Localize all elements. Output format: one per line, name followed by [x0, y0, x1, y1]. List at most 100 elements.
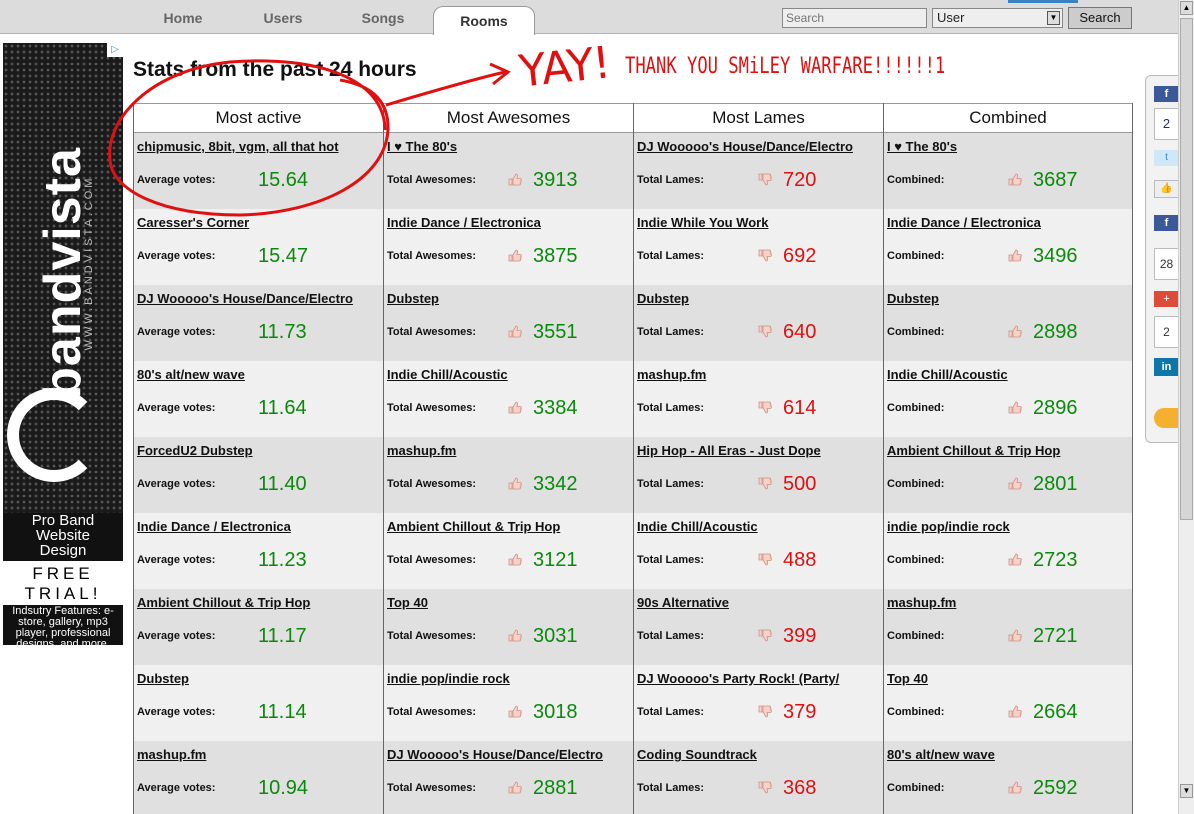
- scroll-up-icon[interactable]: ▲: [1180, 1, 1193, 15]
- stat-value: 692: [783, 245, 817, 267]
- stat-label: Total Awesomes:: [387, 402, 477, 414]
- linkedin-icon[interactable]: in: [1154, 358, 1179, 376]
- stat-cell: Indie Chill/Acoustic Combined: 2896: [884, 361, 1132, 437]
- ad-choices-icon[interactable]: ▷: [107, 43, 123, 57]
- room-link[interactable]: mashup.fm: [887, 595, 1128, 611]
- room-link[interactable]: Top 40: [387, 595, 629, 611]
- stat-row: Total Awesomes: 3551: [387, 313, 629, 353]
- room-link[interactable]: Dubstep: [637, 291, 879, 307]
- room-link[interactable]: mashup.fm: [137, 747, 379, 763]
- stat-row: Average votes: 11.40: [137, 465, 379, 505]
- stat-cell: Top 40 Total Awesomes: 3031: [384, 589, 633, 665]
- twitter-icon[interactable]: t: [1154, 150, 1179, 166]
- room-link[interactable]: chipmusic, 8bit, vgm, all that hot: [137, 139, 379, 155]
- stat-cell: Coding Soundtrack Total Lames: 368: [634, 741, 883, 814]
- google-plus-icon[interactable]: +: [1154, 291, 1179, 307]
- room-link[interactable]: Ambient Chillout & Trip Hop: [137, 595, 379, 611]
- room-link[interactable]: Dubstep: [387, 291, 629, 307]
- tab-songs[interactable]: Songs: [340, 6, 426, 34]
- room-link[interactable]: DJ Wooooo's House/Dance/Electro: [137, 291, 379, 307]
- room-link[interactable]: Indie Dance / Electronica: [387, 215, 629, 231]
- like-icon[interactable]: 👍: [1154, 180, 1179, 198]
- room-link[interactable]: Dubstep: [887, 291, 1128, 307]
- room-link[interactable]: Indie Chill/Acoustic: [887, 367, 1128, 383]
- stat-label: Total Awesomes:: [387, 554, 477, 566]
- bandvista-advertisement[interactable]: ▷ bandvista WWW.BANDVISTA.COM Pro Band W…: [3, 43, 123, 645]
- search-type-select[interactable]: User ▼: [932, 8, 1063, 28]
- stat-cell: Ambient Chillout & Trip Hop Average votes…: [134, 589, 383, 665]
- room-link[interactable]: Hip Hop - All Eras - Just Dope: [637, 443, 879, 459]
- room-link[interactable]: ForcedU2 Dubstep: [137, 443, 379, 459]
- thumbs-up-icon: [508, 249, 522, 262]
- thumbs-up-icon: [508, 325, 522, 338]
- room-link[interactable]: mashup.fm: [387, 443, 629, 459]
- scroll-down-icon[interactable]: ▼: [1180, 784, 1193, 798]
- chevron-down-icon[interactable]: ▼: [1047, 11, 1060, 25]
- room-link[interactable]: Dubstep: [137, 671, 379, 687]
- room-link[interactable]: Indie Dance / Electronica: [137, 519, 379, 535]
- stat-label: Total Awesomes:: [387, 174, 477, 186]
- stat-row: Average votes: 10.94: [137, 769, 379, 809]
- room-link[interactable]: 90s Alternative: [637, 595, 879, 611]
- ad-free-trial[interactable]: FREE TRIAL!: [3, 561, 123, 605]
- room-link[interactable]: DJ Wooooo's House/Dance/Electro: [387, 747, 629, 763]
- tab-users[interactable]: Users: [240, 6, 326, 34]
- room-link[interactable]: I ♥ The 80's: [387, 139, 629, 155]
- stat-cell: Dubstep Total Lames: 640: [634, 285, 883, 361]
- stat-value: 614: [783, 397, 817, 419]
- stat-row: Average votes: 11.64: [137, 389, 379, 429]
- scrollbar-thumb[interactable]: [1180, 18, 1193, 520]
- room-link[interactable]: Caresser's Corner: [137, 215, 379, 231]
- room-link[interactable]: 80's alt/new wave: [887, 747, 1128, 763]
- room-link[interactable]: indie pop/indie rock: [887, 519, 1128, 535]
- share-sidebar: f 2 t 👍 f 28 + 2 in: [1145, 75, 1179, 443]
- stat-value: 2721: [1033, 625, 1078, 647]
- search-button[interactable]: Search: [1068, 7, 1132, 29]
- share-count-2: 28: [1154, 248, 1179, 280]
- stat-label: Total Lames:: [637, 402, 705, 414]
- facebook-share-icon[interactable]: f: [1154, 215, 1179, 231]
- stat-cell: Top 40 Combined: 2664: [884, 665, 1132, 741]
- room-link[interactable]: Indie Chill/Acoustic: [637, 519, 879, 535]
- thumbs-up-icon: [1008, 325, 1022, 338]
- share-count-3: 2: [1154, 316, 1179, 348]
- thumbs-up-icon: [508, 553, 522, 566]
- stat-row: Combined: 2592: [887, 769, 1128, 809]
- stat-cell: I ♥ The 80's Total Awesomes: 3913: [384, 133, 633, 209]
- stat-cell: DJ Wooooo's House/Dance/Electro Average v…: [134, 285, 383, 361]
- room-link[interactable]: mashup.fm: [637, 367, 879, 383]
- room-link[interactable]: 80's alt/new wave: [137, 367, 379, 383]
- thumbs-up-icon: [1008, 401, 1022, 414]
- search-input[interactable]: [782, 8, 927, 28]
- column-header: Most active: [134, 103, 383, 133]
- room-link[interactable]: Indie Chill/Acoustic: [387, 367, 629, 383]
- stat-value: 15.47: [258, 245, 309, 267]
- stat-cell: Caresser's Corner Average votes: 15.47: [134, 209, 383, 285]
- stat-cell: Indie While You Work Total Lames: 692: [634, 209, 883, 285]
- stat-row: Total Awesomes: 3342: [387, 465, 629, 505]
- tab-home[interactable]: Home: [140, 6, 226, 34]
- room-link[interactable]: I ♥ The 80's: [887, 139, 1128, 155]
- tab-rooms[interactable]: Rooms: [433, 6, 535, 35]
- room-link[interactable]: Indie Dance / Electronica: [887, 215, 1128, 231]
- thumbs-up-icon: [1008, 781, 1022, 794]
- room-link[interactable]: indie pop/indie rock: [387, 671, 629, 687]
- stat-value: 3384: [533, 397, 578, 419]
- room-link[interactable]: Coding Soundtrack: [637, 747, 879, 763]
- room-link[interactable]: Ambient Chillout & Trip Hop: [887, 443, 1128, 459]
- room-link[interactable]: Top 40: [887, 671, 1128, 687]
- paypal-donate-icon[interactable]: [1154, 408, 1179, 428]
- vertical-scrollbar[interactable]: ▲ ▼: [1178, 0, 1194, 814]
- room-link[interactable]: Ambient Chillout & Trip Hop: [387, 519, 629, 535]
- room-link[interactable]: DJ Wooooo's House/Dance/Electro: [637, 139, 879, 155]
- stat-label: Total Lames:: [637, 554, 705, 566]
- stat-value: 11.23: [258, 549, 307, 571]
- room-link[interactable]: Indie While You Work: [637, 215, 879, 231]
- stat-value: 10.94: [258, 777, 309, 799]
- thumbs-up-icon: [508, 401, 522, 414]
- facebook-icon[interactable]: f: [1154, 86, 1179, 102]
- thumbs-up-icon: [1008, 553, 1022, 566]
- room-link[interactable]: DJ Wooooo's Party Rock! (Party/: [637, 671, 879, 687]
- stat-row: Average votes: 11.23: [137, 541, 379, 581]
- column-combined: Combined I ♥ The 80's Combined: 3687 Indie D…: [883, 103, 1133, 814]
